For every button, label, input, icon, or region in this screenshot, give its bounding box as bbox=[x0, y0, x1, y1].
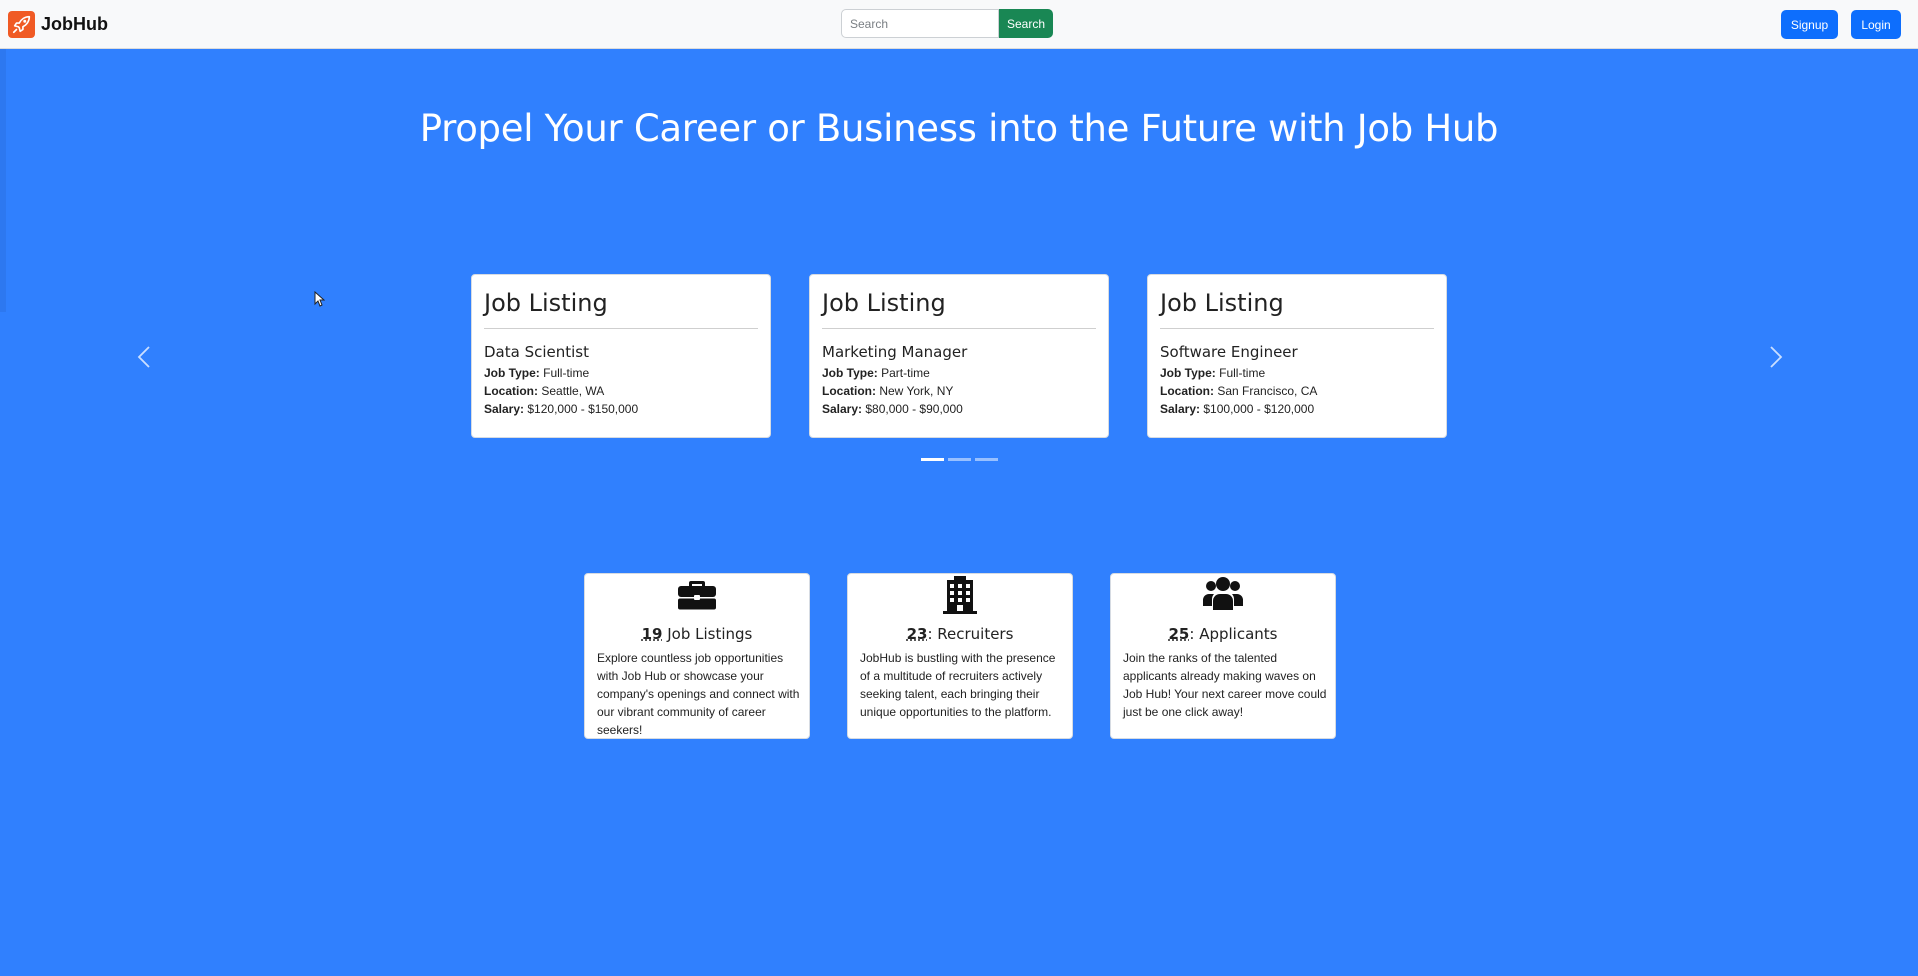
salary-row: Salary: $120,000 - $150,000 bbox=[484, 402, 638, 416]
left-edge-shadow bbox=[0, 49, 6, 312]
chevron-right-icon bbox=[1770, 346, 1783, 368]
rocket-logo-icon bbox=[8, 10, 35, 38]
salary-label: Salary: bbox=[484, 402, 525, 416]
stat-count: 19 bbox=[641, 625, 663, 643]
stat-label: : Recruiters bbox=[927, 625, 1014, 643]
stat-description: Join the ranks of the talented applicant… bbox=[1123, 651, 1327, 719]
salary-label: Salary: bbox=[1160, 402, 1201, 416]
carousel-indicator-3[interactable] bbox=[975, 458, 998, 461]
stat-card-applicants: 25: Applicants Join the ranks of the tal… bbox=[1110, 573, 1336, 739]
location-row: Location: New York, NY bbox=[822, 384, 953, 398]
job-type-row: Job Type: Full-time bbox=[1160, 366, 1265, 380]
stat-label: Job Listings bbox=[662, 625, 753, 643]
job-type-row: Job Type: Full-time bbox=[484, 366, 589, 380]
divider bbox=[822, 328, 1096, 329]
stat-count: 25 bbox=[1168, 625, 1190, 643]
stat-card-recruiters: 23: Recruiters JobHub is bustling with t… bbox=[847, 573, 1073, 739]
job-title: Software Engineer bbox=[1160, 343, 1298, 361]
salary-value: $80,000 - $90,000 bbox=[865, 402, 963, 416]
stat-heading: 23: Recruiters bbox=[848, 625, 1072, 643]
job-type-label: Job Type: bbox=[822, 366, 878, 380]
divider bbox=[1160, 328, 1434, 329]
salary-label: Salary: bbox=[822, 402, 863, 416]
salary-row: Salary: $80,000 - $90,000 bbox=[822, 402, 963, 416]
divider bbox=[484, 328, 758, 329]
job-type-label: Job Type: bbox=[1160, 366, 1216, 380]
carousel-prev-button[interactable] bbox=[134, 342, 154, 372]
location-label: Location: bbox=[1160, 384, 1214, 398]
location-value: New York, NY bbox=[879, 384, 954, 398]
signup-button[interactable]: Signup bbox=[1781, 10, 1838, 39]
location-value: San Francisco, CA bbox=[1217, 384, 1318, 398]
job-title: Marketing Manager bbox=[822, 343, 968, 361]
login-button[interactable]: Login bbox=[1851, 10, 1901, 39]
job-title: Data Scientist bbox=[484, 343, 589, 361]
hero-title: Propel Your Career or Business into the … bbox=[419, 107, 1499, 150]
stat-count: 23 bbox=[906, 625, 928, 643]
search-button[interactable]: Search bbox=[999, 9, 1053, 38]
salary-value: $100,000 - $120,000 bbox=[1203, 402, 1315, 416]
stat-description: Explore countless job opportunities with… bbox=[597, 651, 800, 737]
briefcase-icon bbox=[585, 576, 809, 612]
search-form: Search bbox=[841, 9, 1053, 38]
stat-heading: 19 Job Listings bbox=[585, 625, 809, 643]
stat-card-job-listings: 19 Job Listings Explore countless job op… bbox=[584, 573, 810, 739]
brand-name: JobHub bbox=[41, 13, 108, 34]
mouse-cursor-icon bbox=[314, 290, 326, 312]
job-card[interactable]: Job Listing Marketing Manager Job Type: … bbox=[809, 274, 1109, 438]
stat-label: : Applicants bbox=[1189, 625, 1278, 643]
location-value: Seattle, WA bbox=[541, 384, 605, 398]
salary-value: $120,000 - $150,000 bbox=[527, 402, 639, 416]
chevron-left-icon bbox=[137, 346, 150, 368]
job-type-label: Job Type: bbox=[484, 366, 540, 380]
location-row: Location: San Francisco, CA bbox=[1160, 384, 1317, 398]
stat-description: JobHub is bustling with the presence of … bbox=[860, 651, 1056, 719]
job-type-value: Full-time bbox=[1219, 366, 1266, 380]
job-card-heading: Job Listing bbox=[1160, 289, 1284, 317]
carousel-indicators bbox=[921, 458, 998, 461]
location-row: Location: Seattle, WA bbox=[484, 384, 604, 398]
location-label: Location: bbox=[822, 384, 876, 398]
job-card-heading: Job Listing bbox=[484, 289, 608, 317]
job-type-row: Job Type: Part-time bbox=[822, 366, 930, 380]
users-icon bbox=[1111, 576, 1335, 612]
location-label: Location: bbox=[484, 384, 538, 398]
job-type-value: Part-time bbox=[881, 366, 930, 380]
job-card[interactable]: Job Listing Software Engineer Job Type: … bbox=[1147, 274, 1447, 438]
job-type-value: Full-time bbox=[543, 366, 590, 380]
salary-row: Salary: $100,000 - $120,000 bbox=[1160, 402, 1314, 416]
building-icon bbox=[848, 576, 1072, 614]
carousel-next-button[interactable] bbox=[1766, 342, 1786, 372]
carousel-indicator-2[interactable] bbox=[948, 458, 971, 461]
job-card-heading: Job Listing bbox=[822, 289, 946, 317]
job-card[interactable]: Job Listing Data Scientist Job Type: Ful… bbox=[471, 274, 771, 438]
search-input[interactable] bbox=[841, 9, 999, 38]
navbar: JobHub Search Signup Login bbox=[0, 0, 1918, 49]
brand-link[interactable]: JobHub bbox=[8, 10, 108, 38]
carousel-indicator-1[interactable] bbox=[921, 458, 944, 461]
stat-heading: 25: Applicants bbox=[1111, 625, 1335, 643]
